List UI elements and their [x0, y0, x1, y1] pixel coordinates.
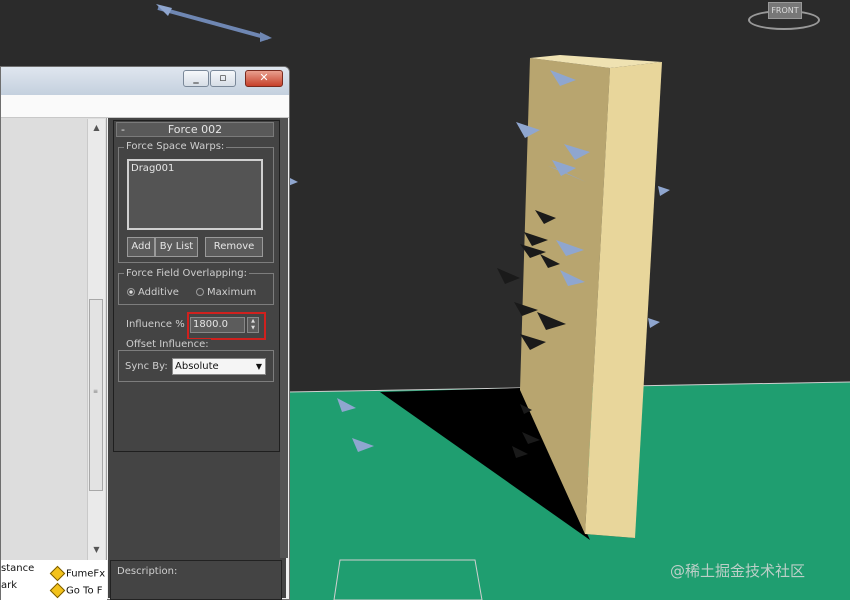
sync-by-dropdown[interactable]: Absolute ▼ [172, 358, 266, 375]
chevron-down-icon: ▼ [255, 362, 262, 371]
by-list-button[interactable]: By List [155, 237, 198, 257]
bottom-item-goto-label: Go To F [66, 585, 103, 597]
collapse-icon[interactable]: - [121, 123, 125, 136]
force-space-warps-label: Force Space Warps: [124, 141, 227, 152]
bottom-item-fumefx-label: FumeFx [66, 568, 106, 580]
offset-influence-label: Offset Influence: [124, 339, 211, 350]
sync-by-value: Absolute [175, 361, 219, 372]
warning-icon [49, 582, 66, 599]
bottom-item-instance[interactable]: stance [1, 563, 34, 574]
bottom-item-fumefx[interactable]: FumeFx [49, 565, 106, 582]
list-item[interactable]: Drag001 [131, 163, 174, 174]
minimize-icon[interactable]: _ [183, 70, 209, 87]
highlight-box [187, 312, 266, 340]
influence-label: Influence % [126, 319, 185, 330]
sync-by-label: Sync By: [125, 361, 168, 372]
grip-icon: ≡ [93, 388, 99, 395]
title-bar[interactable]: _ ▫ ✕ [1, 67, 289, 95]
watermark: @稀土掘金技术社区 [670, 562, 806, 580]
radio-unselected-icon [196, 288, 204, 296]
rollout-title: Force 002 [167, 123, 223, 136]
scrollbar-thumb[interactable]: ≡ [89, 299, 103, 491]
radio-selected-icon [127, 288, 135, 296]
force-field-overlapping-label: Force Field Overlapping: [124, 268, 249, 279]
close-icon[interactable]: ✕ [245, 70, 283, 87]
viewcube-front-face[interactable]: FRONT [768, 2, 802, 19]
viewcube[interactable]: FRONT [748, 0, 822, 36]
bottom-item-goto[interactable]: Go To F [49, 582, 103, 599]
scroll-up-icon[interactable]: ▲ [90, 121, 103, 134]
rollout-header[interactable]: - Force 002 [116, 122, 274, 137]
additive-radio[interactable]: Additive [127, 287, 179, 298]
add-button[interactable]: Add [127, 237, 155, 257]
maximize-icon[interactable]: ▫ [210, 70, 236, 87]
remove-button[interactable]: Remove [205, 237, 263, 257]
force-space-warps-list[interactable]: Drag001 [127, 159, 263, 230]
additive-label: Additive [138, 287, 179, 298]
warning-icon [49, 565, 66, 582]
description-label: Description: [117, 566, 178, 577]
command-panel-scrollbar[interactable] [280, 118, 288, 558]
vertical-scrollbar[interactable]: ▲ ≡ ▼ [87, 119, 105, 560]
bottom-item-mark[interactable]: ark [1, 580, 17, 591]
maximum-radio[interactable]: Maximum [196, 287, 256, 298]
dialog-toolbar [1, 95, 289, 118]
maximum-label: Maximum [207, 287, 257, 298]
scroll-down-icon[interactable]: ▼ [90, 543, 103, 556]
